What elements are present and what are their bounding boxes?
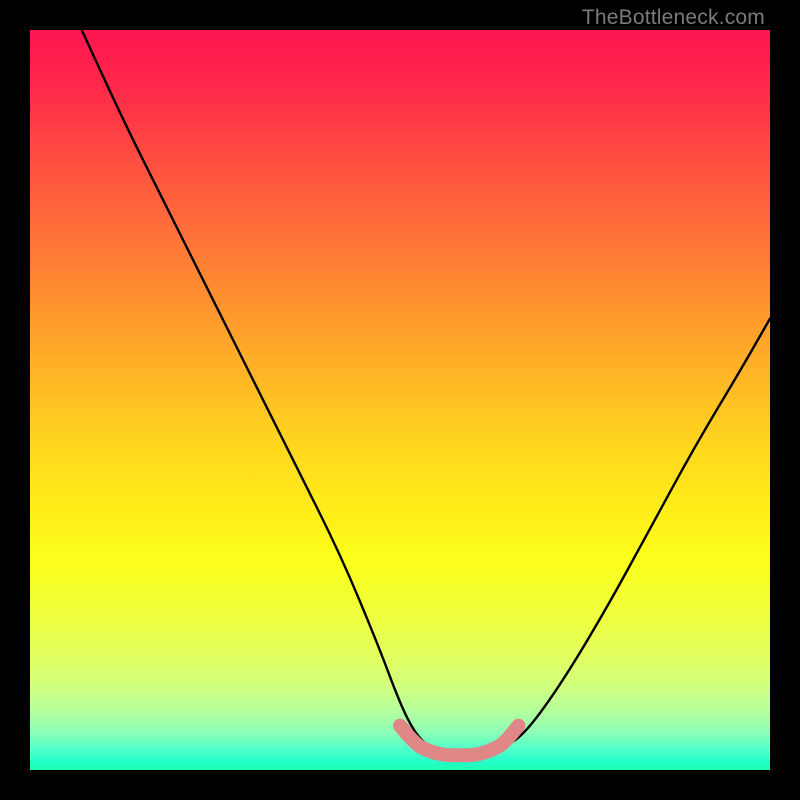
plot-area bbox=[30, 30, 770, 770]
chart-container: TheBottleneck.com bbox=[0, 0, 800, 800]
highlight-curve bbox=[400, 726, 518, 756]
watermark-text: TheBottleneck.com bbox=[582, 6, 765, 30]
main-curve bbox=[82, 30, 770, 755]
curves-svg bbox=[30, 30, 770, 770]
